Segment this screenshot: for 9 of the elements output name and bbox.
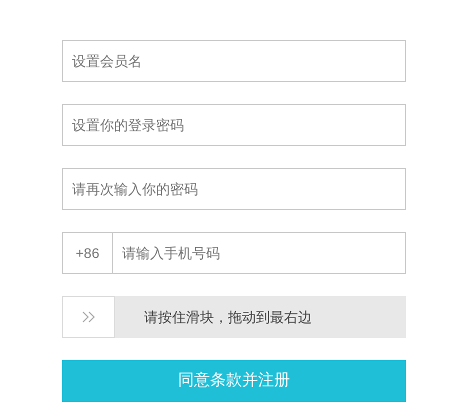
input-field[interactable]: 设置你的登录密码 — [62, 104, 406, 146]
slider-hint: 请按住滑块，拖动到最右边 — [144, 308, 312, 326]
phone-field[interactable]: 请输入手机号码 — [113, 232, 406, 274]
input-field[interactable]: 设置会员名 — [62, 40, 406, 82]
input-field[interactable]: 请再次输入你的密码 — [62, 168, 406, 210]
register-button[interactable]: 同意条款并注册 — [62, 360, 406, 402]
chevrons-icon — [82, 311, 96, 323]
slider-handle[interactable] — [62, 296, 115, 338]
country-code: +86 — [62, 232, 113, 274]
